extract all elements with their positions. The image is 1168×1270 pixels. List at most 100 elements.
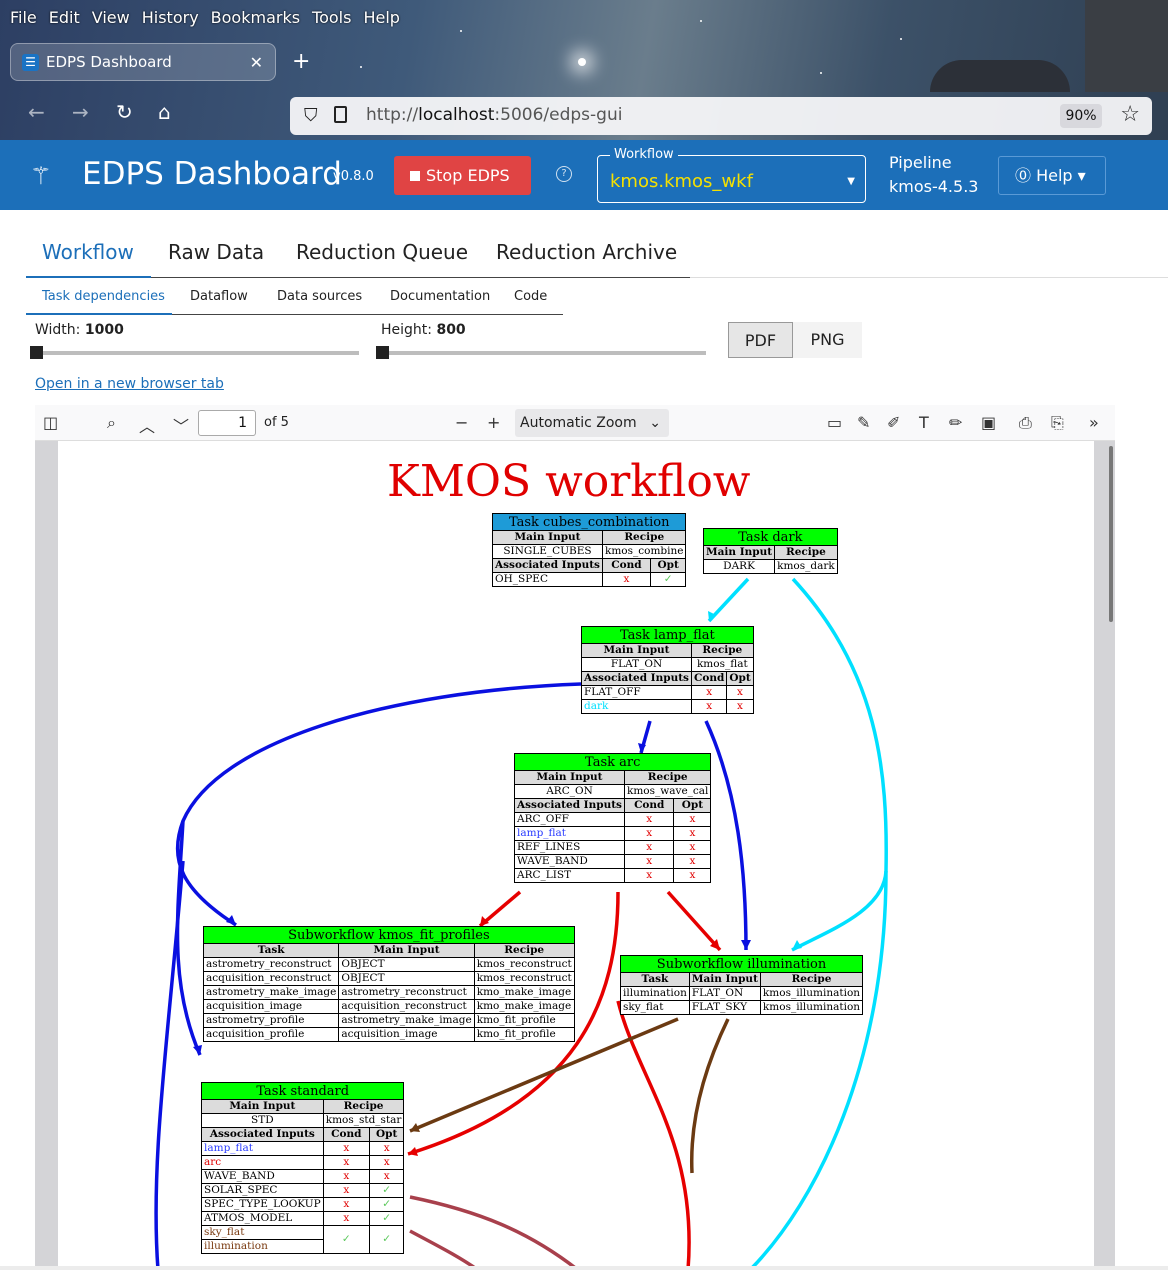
app-header: ⚚ EDPS Dashboard v0.8.0 Stop EDPS ? Work…: [0, 140, 1168, 210]
edge-standard-out2: [409, 1229, 480, 1270]
subtab-data-sources[interactable]: Data sources: [277, 289, 362, 304]
back-icon[interactable]: ←: [28, 100, 45, 124]
active-tab-indicator: [26, 276, 151, 278]
tab-title: EDPS Dashboard: [46, 53, 172, 71]
url-bar[interactable]: ⛉ http://localhost:5006/edps-gui 90% ☆: [290, 97, 1152, 135]
stop-icon: [410, 171, 420, 181]
workflow-select[interactable]: Workflow kmos.kmos_wkf ▼: [597, 147, 866, 203]
previous-page-icon[interactable]: ︿: [139, 413, 155, 437]
browser-frame: File Edit View History Bookmarks Tools H…: [0, 0, 1168, 140]
draw-icon[interactable]: ✏: [949, 413, 962, 432]
sign-icon[interactable]: ✎: [857, 413, 870, 432]
page-icon: [334, 106, 347, 123]
width-slider-thumb[interactable]: [30, 346, 43, 359]
bottom-edge: [0, 1266, 1168, 1270]
dropdown-arrow-icon: ▼: [847, 176, 855, 187]
menu-file[interactable]: File: [4, 8, 43, 32]
menu-history[interactable]: History: [136, 8, 205, 32]
format-toggle: PDF PNG: [728, 322, 862, 358]
pdf-scrollbar[interactable]: [1109, 446, 1113, 622]
stop-edps-button[interactable]: Stop EDPS: [394, 156, 531, 195]
edge-standard-out1: [409, 1195, 580, 1270]
zoom-level-badge[interactable]: 90%: [1060, 104, 1102, 128]
pipeline-info: Pipeline kmos-4.5.3: [889, 151, 978, 199]
subworkflow-illumination: Subworkflow illumination Task Main Input R…: [619, 955, 864, 1015]
workflow-select-value: kmos.kmos_wkf: [610, 171, 753, 192]
save-icon[interactable]: ⎘: [1051, 413, 1064, 433]
zoom-in-icon[interactable]: +: [487, 413, 500, 432]
reload-icon[interactable]: ↻: [116, 100, 133, 124]
page-count: of 5: [264, 415, 289, 430]
menu-bar: File Edit View History Bookmarks Tools H…: [4, 8, 406, 32]
print-icon[interactable]: ⎙: [1019, 413, 1032, 433]
task-lamp-flat: Task lamp_flat Main Input Recipe FLAT_ON k…: [581, 626, 754, 714]
menu-view[interactable]: View: [86, 8, 136, 32]
text-icon[interactable]: T: [919, 413, 929, 432]
edge-dark-standard: [748, 870, 888, 1270]
tab-raw-data[interactable]: Raw Data: [168, 240, 264, 264]
home-icon[interactable]: ⌂: [158, 100, 171, 124]
height-slider-track[interactable]: [381, 351, 706, 355]
height-slider-thumb[interactable]: [376, 346, 389, 359]
app-version: v0.8.0: [333, 169, 374, 184]
more-tools-icon[interactable]: »: [1089, 413, 1099, 432]
menu-tools[interactable]: Tools: [306, 8, 357, 32]
edge-skyflat-down: [689, 1018, 730, 1174]
edps-logo-icon: ⚚: [30, 162, 52, 190]
highlight-icon[interactable]: ✐: [887, 413, 900, 432]
subtab-dataflow[interactable]: Dataflow: [190, 289, 248, 304]
app-title: EDPS Dashboard: [82, 156, 342, 192]
zoom-select[interactable]: Automatic Zoom ⌄: [515, 409, 669, 437]
dashboard-favicon-icon: ☰: [22, 53, 39, 71]
edge-lampflat-illumination: [704, 720, 748, 951]
forward-icon[interactable]: →: [72, 100, 89, 124]
new-tab-icon[interactable]: +: [292, 49, 310, 74]
png-format-button[interactable]: PNG: [793, 322, 862, 358]
bookmark-star-icon[interactable]: ☆: [1120, 102, 1140, 127]
width-label: Width: 1000: [35, 322, 124, 338]
task-standard: Task standard Main Input Recipe STD kmos_s…: [200, 1082, 405, 1254]
height-label: Height: 800: [381, 322, 466, 338]
workflow-select-label: Workflow: [610, 147, 678, 162]
browser-tab[interactable]: ☰ EDPS Dashboard ✕: [10, 43, 276, 81]
help-button[interactable]: ⓪ Help ▾: [998, 156, 1106, 195]
menu-help[interactable]: Help: [357, 8, 405, 32]
tabs-divider: [690, 277, 1168, 278]
edge-lampflat-standard: [175, 820, 202, 1056]
shield-icon[interactable]: ⛉: [304, 105, 318, 126]
comment-icon[interactable]: ▭: [827, 413, 842, 432]
pdf-page: KMOS workflow Task cubes_combination Mai…: [58, 441, 1094, 1270]
subtab-documentation[interactable]: Documentation: [390, 289, 490, 304]
active-subtab-indicator: [26, 313, 172, 315]
tab-workflow[interactable]: Workflow: [42, 240, 134, 264]
image-icon[interactable]: ▣: [981, 413, 996, 432]
pipeline-label: Pipeline: [889, 153, 952, 172]
subtab-task-dependencies[interactable]: Task dependencies: [42, 289, 165, 304]
sub-tabs: Task dependencies Dataflow Data sources …: [26, 280, 563, 315]
pipeline-value: kmos-4.5.3: [889, 177, 979, 196]
pdf-toolbar: ◫ ⌕ ︿ ﹀ 1 of 5 − + Automatic Zoom ⌄ ▭ ✎ ✐…: [35, 405, 1115, 441]
info-icon[interactable]: ?: [556, 166, 572, 182]
graph-title: KMOS workflow: [387, 456, 751, 507]
menu-edit[interactable]: Edit: [43, 8, 86, 32]
zoom-out-icon[interactable]: −: [455, 413, 468, 432]
width-slider-track[interactable]: [35, 351, 359, 355]
next-page-icon[interactable]: ﹀: [173, 413, 189, 437]
menu-bookmarks[interactable]: Bookmarks: [205, 8, 306, 32]
edge-lampflat-down: [154, 860, 185, 1270]
close-tab-icon[interactable]: ✕: [250, 53, 263, 72]
task-dark: Task dark Main Input Recipe DARK kmos_dark: [702, 528, 838, 574]
tab-reduction-queue[interactable]: Reduction Queue: [296, 240, 468, 264]
main-tabs: Workflow Raw Data Reduction Queue Reduct…: [26, 230, 690, 278]
find-icon[interactable]: ⌕: [107, 413, 116, 433]
task-cubes-combination: Task cubes_combination Main Input Recipe …: [491, 513, 687, 587]
tab-reduction-archive[interactable]: Reduction Archive: [496, 240, 677, 264]
subworkflow-fit-profiles: Subworkflow kmos_fit_profiles Task Main I…: [202, 926, 575, 1042]
subtab-code[interactable]: Code: [514, 289, 547, 304]
help-circle-icon: ⓪: [1015, 166, 1037, 185]
open-new-tab-link[interactable]: Open in a new browser tab: [35, 376, 224, 392]
sidebar-toggle-icon[interactable]: ◫: [43, 413, 58, 432]
page-number-input[interactable]: 1: [198, 410, 256, 436]
url-text[interactable]: http://localhost:5006/edps-gui: [366, 105, 622, 125]
pdf-format-button[interactable]: PDF: [728, 322, 793, 358]
